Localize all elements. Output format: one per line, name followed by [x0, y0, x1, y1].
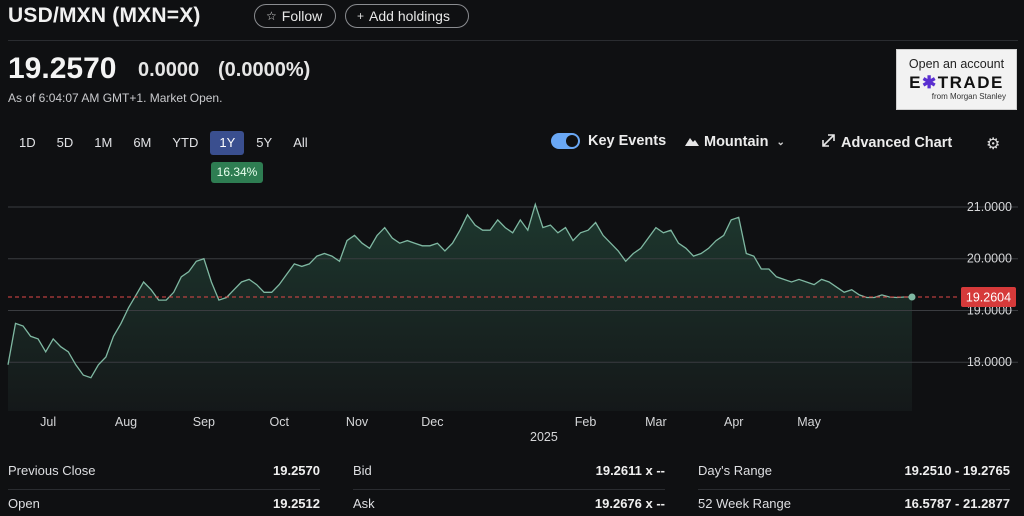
range-5y[interactable]: 5Y: [247, 131, 281, 155]
year-label: 2025: [530, 430, 558, 444]
stats-divider: [698, 489, 1010, 490]
range-1y[interactable]: 1Y: [210, 131, 245, 155]
x-tick-label: Mar: [645, 415, 667, 429]
stat-value: 19.2611 x --: [595, 463, 665, 478]
stat-label: Day's Range: [698, 463, 773, 478]
market-status: As of 6:04:07 AM GMT+1. Market Open.: [8, 91, 223, 105]
chevron-down-icon: ⌄: [776, 136, 785, 148]
toggle-switch[interactable]: [551, 133, 580, 149]
x-tick-label: Dec: [421, 415, 443, 429]
advanced-chart-label: Advanced Chart: [841, 134, 953, 151]
stat-label: Open: [8, 496, 40, 511]
key-events-label: Key Events: [588, 133, 667, 149]
mountain-icon: [685, 134, 699, 150]
current-price-label: 19.2604: [966, 290, 1011, 304]
stat-row: Day's Range 19.2510 - 19.2765: [698, 463, 1010, 483]
range-selector: 1D 5D 1M 6M YTD 1Y 5Y All: [10, 131, 320, 155]
expand-icon: [822, 134, 835, 151]
ad-cta: Open an account: [908, 57, 1005, 71]
area-fill: [8, 204, 912, 411]
chart-type-dropdown[interactable]: Mountain ⌄: [685, 134, 785, 150]
etrade-ad[interactable]: Open an account E✱TRADE from Morgan Stan…: [896, 49, 1017, 110]
stat-value: 19.2676 x --: [594, 496, 665, 511]
plus-icon: +: [357, 9, 365, 23]
advanced-chart-button[interactable]: Advanced Chart: [822, 134, 952, 151]
range-5d[interactable]: 5D: [48, 131, 83, 155]
stat-row: Previous Close 19.2570: [8, 463, 320, 483]
add-holdings-label: Add holdings: [369, 8, 450, 24]
price-change-percent: (0.0000%): [218, 59, 311, 81]
stat-value: 19.2512: [273, 496, 320, 511]
last-point: [908, 293, 916, 301]
stat-label: Previous Close: [8, 463, 96, 478]
page-title: USD/MXN (MXN=X): [8, 4, 201, 27]
stats-divider: [8, 489, 320, 490]
x-tick-label: Apr: [724, 415, 743, 429]
stat-label: Bid: [353, 463, 372, 478]
x-tick-label: Oct: [269, 415, 289, 429]
price-change: 0.0000: [138, 59, 200, 81]
stats-divider: [353, 489, 665, 490]
x-tick-label: Feb: [575, 415, 597, 429]
price-chart[interactable]: 21.000020.000019.000018.000019.2604Jul Au…: [0, 170, 1024, 450]
range-1d[interactable]: 1D: [10, 131, 45, 155]
x-tick-label: May: [797, 415, 821, 429]
current-price: 19.2570: [8, 52, 117, 85]
follow-button[interactable]: ☆ Follow: [254, 4, 336, 28]
y-tick-label: 20.0000: [967, 252, 1012, 266]
stat-label: 52 Week Range: [698, 496, 791, 511]
range-6m[interactable]: 6M: [124, 131, 160, 155]
range-ytd[interactable]: YTD: [163, 131, 207, 155]
stat-label: Ask: [353, 496, 375, 511]
add-holdings-button[interactable]: + Add holdings: [345, 4, 469, 28]
y-tick-label: 21.0000: [967, 200, 1012, 214]
header-divider: [8, 40, 1018, 41]
ad-subtext: from Morgan Stanley: [931, 92, 1006, 101]
chart-type-label: Mountain: [704, 134, 769, 150]
range-all[interactable]: All: [284, 131, 316, 155]
gear-icon[interactable]: ⚙: [986, 134, 1000, 154]
y-tick-label: 18.0000: [967, 355, 1012, 369]
x-tick-label: Sep: [193, 415, 215, 429]
stat-row: Bid 19.2611 x --: [353, 463, 665, 483]
x-tick-label: Nov: [346, 415, 369, 429]
stat-row: 52 Week Range 16.5787 - 21.2877: [698, 496, 1010, 516]
follow-label: Follow: [281, 8, 323, 24]
key-events-toggle[interactable]: Key Events: [551, 133, 666, 149]
stat-value: 19.2510 - 19.2765: [904, 463, 1010, 478]
stat-value: 16.5787 - 21.2877: [904, 496, 1010, 511]
etrade-logo: E✱TRADE: [909, 73, 1004, 92]
x-tick-label: Jul: [40, 415, 56, 429]
x-tick-label: Aug: [115, 415, 137, 429]
stat-value: 19.2570: [273, 463, 320, 478]
star-icon: ☆: [266, 9, 277, 23]
range-1m[interactable]: 1M: [85, 131, 121, 155]
stat-row: Open 19.2512: [8, 496, 320, 516]
stat-row: Ask 19.2676 x --: [353, 496, 665, 516]
